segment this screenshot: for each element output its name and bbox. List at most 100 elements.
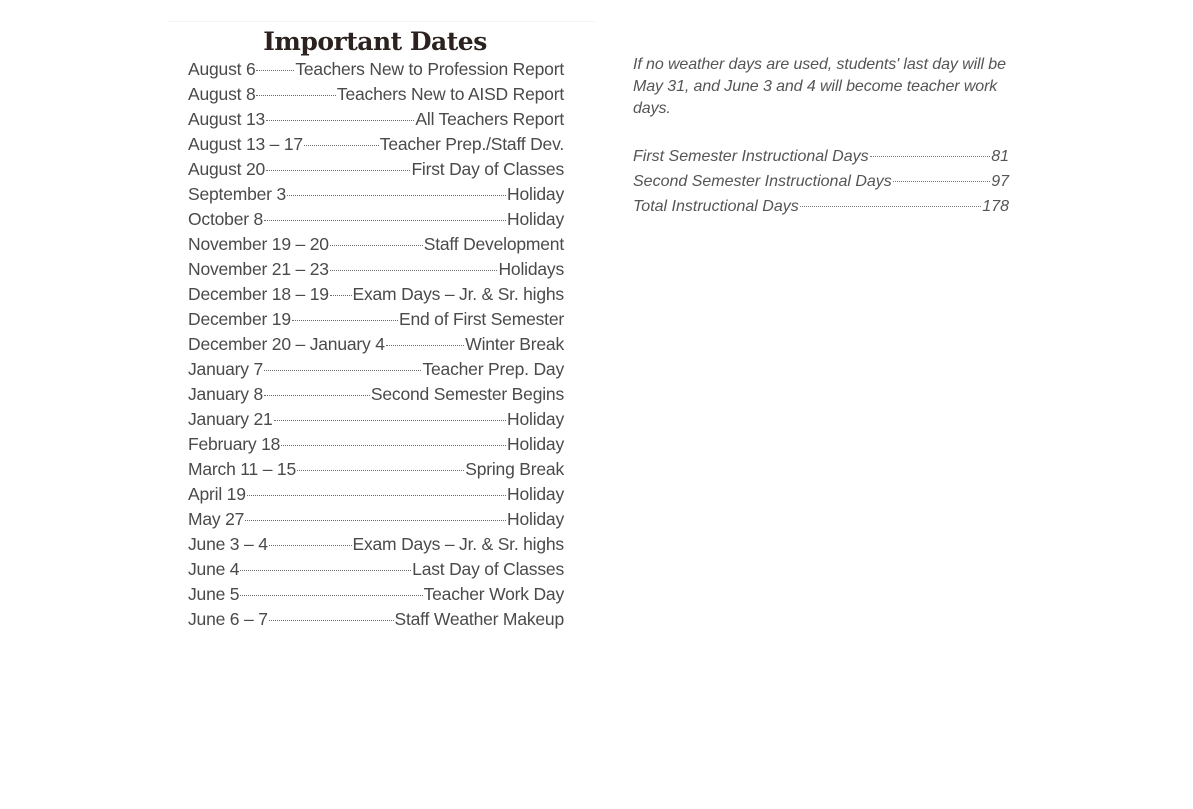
date-label: June 4: [188, 559, 240, 579]
date-label: August 13 – 17: [188, 134, 303, 154]
date-row: June 5 Teacher Work Day: [188, 582, 564, 607]
date-label: January 21: [188, 409, 273, 429]
event-label: Second Semester Begins: [370, 384, 564, 404]
event-label: Holiday: [507, 184, 564, 204]
event-label: Holiday: [507, 209, 564, 229]
date-label: August 6: [188, 59, 256, 79]
event-label: Teacher Prep. Day: [422, 359, 564, 379]
instructional-days-totals: First Semester Instructional Days 81 Secon…: [633, 144, 1013, 219]
dot-leader: [240, 595, 423, 596]
dot-leader: [240, 570, 412, 571]
date-label: December 20 – January 4: [188, 334, 385, 354]
total-value: 97: [991, 173, 1009, 190]
date-label: April 19: [188, 484, 246, 504]
date-row: January 7 Teacher Prep. Day: [188, 357, 564, 382]
date-row: September 3 Holiday: [188, 182, 564, 207]
date-row: June 4 Last Day of Classes: [188, 557, 564, 582]
event-label: Holiday: [507, 434, 564, 454]
total-row: Total Instructional Days 178: [633, 194, 1009, 219]
dot-leader: [892, 181, 991, 182]
dot-leader: [799, 206, 982, 207]
date-label: March 11 – 15: [188, 459, 296, 479]
dot-leader: [266, 170, 411, 171]
date-row: December 19 End of First Semester: [188, 307, 564, 332]
total-row: First Semester Instructional Days 81: [633, 144, 1009, 169]
dot-leader: [329, 245, 423, 246]
weather-note: If no weather days are used, students' l…: [633, 56, 1006, 117]
date-label: December 18 – 19: [188, 284, 329, 304]
date-row: August 13 All Teachers Report: [188, 107, 564, 132]
dot-leader: [264, 370, 422, 371]
date-row: June 6 – 7 Staff Weather Makeup: [188, 607, 564, 632]
date-row: August 8 Teachers New to AISD Report: [188, 82, 564, 107]
date-label: January 8: [188, 384, 264, 404]
date-label: June 3 – 4: [188, 534, 268, 554]
date-row: April 19 Holiday: [188, 482, 564, 507]
event-label: Holiday: [507, 409, 564, 429]
date-row: January 21 Holiday: [188, 407, 564, 432]
event-label: Winter Break: [465, 334, 564, 354]
dot-leader: [264, 395, 370, 396]
date-label: November 21 – 23: [188, 259, 329, 279]
dot-leader: [273, 420, 507, 421]
total-label: Second Semester Instructional Days: [633, 173, 892, 190]
event-label: All Teachers Report: [415, 109, 564, 129]
dot-leader: [264, 220, 507, 221]
event-label: Holiday: [507, 484, 564, 504]
total-value: 81: [991, 148, 1009, 165]
date-label: May 27: [188, 509, 245, 529]
dot-leader: [268, 545, 352, 546]
date-row: October 8 Holiday: [188, 207, 564, 232]
dot-leader: [256, 70, 295, 71]
date-label: January 7: [188, 359, 264, 379]
event-label: Exam Days – Jr. & Sr. highs: [352, 284, 565, 304]
date-label: September 3: [188, 184, 286, 204]
dot-leader: [303, 145, 379, 146]
total-row: Second Semester Instructional Days 97: [633, 169, 1009, 194]
date-label: October 8: [188, 209, 264, 229]
date-label: February 18: [188, 434, 281, 454]
event-label: Teachers New to AISD Report: [336, 84, 564, 104]
dot-leader: [246, 495, 507, 496]
date-row: November 19 – 20 Staff Development: [188, 232, 564, 257]
event-label: Spring Break: [465, 459, 564, 479]
event-label: Holiday: [507, 509, 564, 529]
dot-leader: [287, 195, 507, 196]
dot-leader: [329, 270, 498, 271]
event-label: Staff Development: [423, 234, 564, 254]
important-dates-panel: Important Dates August 6 Teachers New to …: [167, 21, 595, 629]
date-row: June 3 – 4 Exam Days – Jr. & Sr. highs: [188, 532, 564, 557]
date-row: February 18 Holiday: [188, 432, 564, 457]
event-label: Staff Weather Makeup: [394, 609, 565, 629]
date-row: March 11 – 15 Spring Break: [188, 457, 564, 482]
event-label: Teachers New to Profession Report: [295, 59, 564, 79]
date-label: November 19 – 20: [188, 234, 329, 254]
summary-panel: If no weather days are used, students' l…: [633, 54, 1013, 219]
event-label: First Day of Classes: [411, 159, 564, 179]
dot-leader: [245, 520, 507, 521]
dot-leader: [869, 156, 991, 157]
date-row: May 27 Holiday: [188, 507, 564, 532]
event-label: Teacher Prep./Staff Dev.: [379, 134, 564, 154]
dot-leader: [291, 320, 398, 321]
date-row: December 20 – January 4 Winter Break: [188, 332, 564, 357]
total-value: 178: [982, 198, 1009, 215]
event-label: End of First Semester: [398, 309, 564, 329]
total-label: First Semester Instructional Days: [633, 148, 869, 165]
date-label: August 8: [188, 84, 256, 104]
event-label: Teacher Work Day: [423, 584, 565, 604]
dot-leader: [266, 120, 415, 121]
event-label: Exam Days – Jr. & Sr. highs: [352, 534, 565, 554]
dot-leader: [385, 345, 465, 346]
total-label: Total Instructional Days: [633, 198, 799, 215]
dot-leader: [281, 445, 507, 446]
dates-list: August 6 Teachers New to Profession Repor…: [188, 57, 564, 632]
event-label: Last Day of Classes: [412, 559, 564, 579]
date-label: August 20: [188, 159, 266, 179]
date-row: August 13 – 17 Teacher Prep./Staff Dev.: [188, 132, 564, 157]
date-row: January 8 Second Semester Begins: [188, 382, 564, 407]
date-row: August 20 First Day of Classes: [188, 157, 564, 182]
date-row: November 21 – 23 Holidays: [188, 257, 564, 282]
date-label: December 19: [188, 309, 291, 329]
date-row: December 18 – 19 Exam Days – Jr. & Sr. hi…: [188, 282, 564, 307]
